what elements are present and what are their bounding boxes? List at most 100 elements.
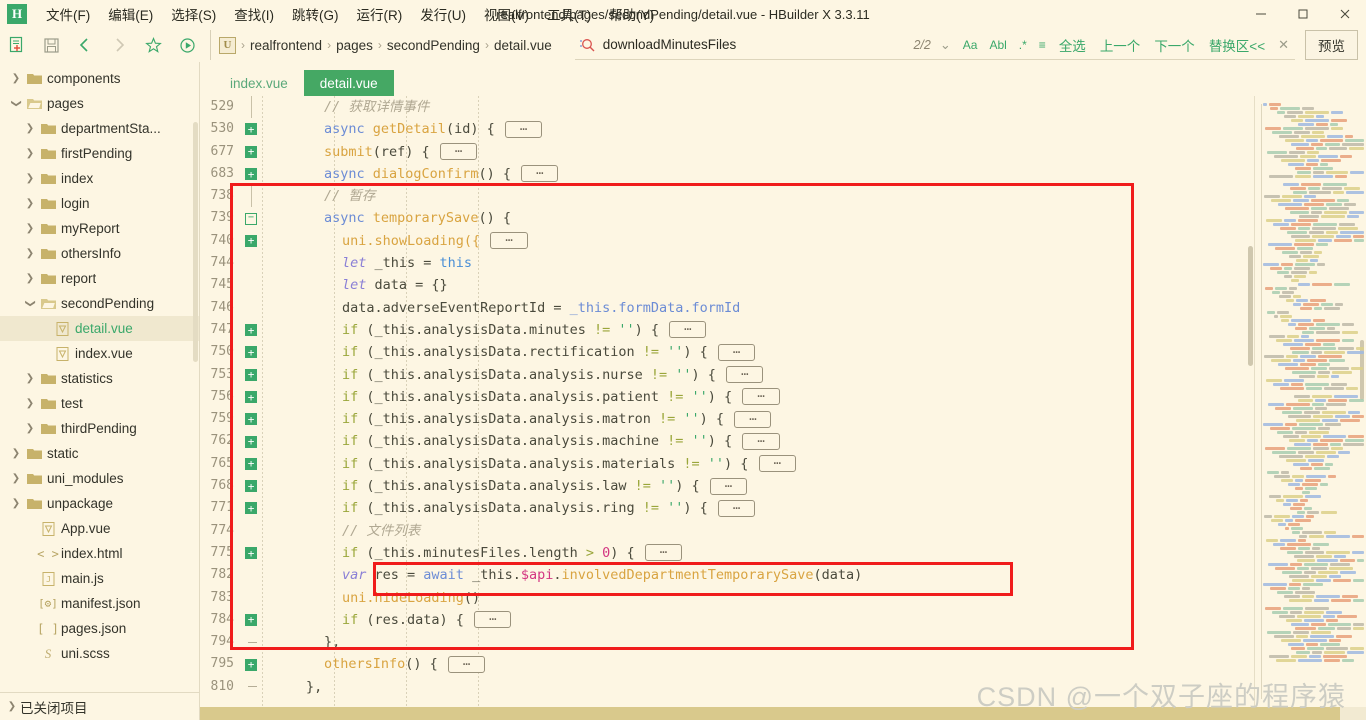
search-history-dropdown-icon[interactable]: ⌄ — [934, 37, 957, 53]
code-line[interactable]: 810}, — [200, 676, 1254, 698]
menu-edit[interactable]: 编辑(E) — [99, 1, 162, 27]
fold-expand-icon[interactable]: + — [240, 457, 262, 470]
tree-folder-test[interactable]: ❯ test — [0, 391, 199, 416]
collapsed-block-ellipsis[interactable]: ⋯ — [709, 477, 748, 495]
tree-folder-departmentsta[interactable]: ❯ departmentSta... — [0, 116, 199, 141]
fold-expand-icon[interactable]: + — [240, 413, 262, 426]
save-icon[interactable] — [34, 30, 68, 60]
tree-folder-login[interactable]: ❯ login — [0, 191, 199, 216]
menu-tools[interactable]: 工具(T) — [538, 1, 600, 27]
tree-file-uniscss[interactable]: Suni.scss — [0, 641, 199, 666]
collapsed-block-ellipsis[interactable]: ⋯ — [742, 432, 780, 450]
replace-panel-link[interactable]: 替换区<< — [1202, 35, 1272, 55]
menu-file[interactable]: 文件(F) — [37, 1, 99, 27]
fold-expand-icon[interactable]: + — [240, 658, 262, 671]
sidebar-scrollbar[interactable] — [193, 122, 198, 362]
close-icon[interactable] — [1324, 0, 1366, 28]
fold-expand-icon[interactable]: + — [240, 145, 262, 158]
tree-folder-myreport[interactable]: ❯ myReport — [0, 216, 199, 241]
tree-folder-thirdpending[interactable]: ❯ thirdPending — [0, 416, 199, 441]
back-icon[interactable] — [68, 30, 102, 60]
collapsed-block-ellipsis[interactable]: ⋯ — [644, 544, 683, 562]
menu-run[interactable]: 运行(R) — [348, 1, 412, 27]
run-icon[interactable] — [170, 30, 204, 60]
tree-folder-index[interactable]: ❯ index — [0, 166, 199, 191]
fold-expand-icon[interactable]: + — [240, 391, 262, 403]
code-line[interactable]: 744 let _this = this — [200, 252, 1254, 274]
previous-match-link[interactable]: 上一个 — [1093, 35, 1148, 55]
code-scroll-area[interactable]: 529// 获取详情事件 530 + async getDetail(id) { ⋯ 6… — [200, 96, 1254, 707]
tree-file-pagesjson[interactable]: [ ] pages.json — [0, 616, 199, 641]
chevron-right-icon[interactable]: ❯ — [22, 198, 38, 209]
tree-folder-othersinfo[interactable]: ❯ othersInfo — [0, 241, 199, 266]
code-line[interactable]: 795 + othersInfo() { ⋯ — [200, 653, 1254, 675]
chevron-down-icon[interactable]: ❯ — [25, 296, 36, 312]
menu-publish[interactable]: 发行(U) — [411, 1, 475, 27]
code-line[interactable]: 768 + if (_this.analysisData.analysis.law … — [200, 475, 1254, 497]
collapsed-block-ellipsis[interactable]: ⋯ — [742, 388, 780, 406]
chevron-right-icon[interactable]: ❯ — [8, 448, 24, 459]
tree-folder-report[interactable]: ❯ report — [0, 266, 199, 291]
menu-select[interactable]: 选择(S) — [162, 1, 225, 27]
fold-collapse-icon[interactable]: − — [240, 212, 262, 225]
collapsed-block-ellipsis[interactable]: ⋯ — [758, 455, 796, 473]
tree-folder-firstpending[interactable]: ❯ firstPending — [0, 141, 199, 166]
code-line[interactable]: 784 + if (res.data) { ⋯ — [200, 609, 1254, 631]
code-line[interactable]: 683 + async dialogConfirm() { ⋯ — [200, 163, 1254, 185]
tree-folder-unpackage[interactable]: ❯ unpackage — [0, 491, 199, 516]
collapsed-block-ellipsis[interactable]: ⋯ — [717, 499, 756, 517]
tree-file-indexvue[interactable]: index.vue — [0, 341, 199, 366]
tree-file-indexhtml[interactable]: < > index.html — [0, 541, 199, 566]
code-line[interactable]: 765 + if (_this.analysisData.analysis.mate… — [200, 453, 1254, 475]
code-line[interactable]: 759 + if (_this.analysisData.analysis.matr… — [200, 408, 1254, 430]
tree-folder-unimodules[interactable]: ❯ uni_modules — [0, 466, 199, 491]
collapsed-block-ellipsis[interactable]: ⋯ — [521, 165, 559, 183]
fold-expand-icon[interactable]: + — [240, 346, 262, 359]
minimize-icon[interactable] — [1240, 0, 1282, 28]
chevron-right-icon[interactable]: ❯ — [8, 473, 24, 484]
tab-detail-vue[interactable]: detail.vue — [303, 70, 394, 96]
next-match-link[interactable]: 下一个 — [1147, 35, 1202, 55]
fold-expand-icon[interactable]: + — [240, 324, 262, 337]
search-bar[interactable]: downloadMinutesFiles 2/2 ⌄ Aa Abl .* ≡ 全选 上一… — [574, 30, 1295, 60]
chevron-right-icon[interactable]: ❯ — [22, 398, 38, 409]
fold-expand-icon[interactable]: + — [240, 168, 262, 181]
chevron-right-icon[interactable]: ❯ — [22, 423, 38, 434]
tree-file-appvue[interactable]: App.vue — [0, 516, 199, 541]
chevron-right-icon[interactable]: ❯ — [22, 273, 38, 284]
code-line[interactable]: 756 + if (_this.analysisData.analysis.pati… — [200, 386, 1254, 408]
tree-file-manifestjson[interactable]: [⚙] manifest.json — [0, 591, 199, 616]
whole-word-option[interactable]: Abl — [983, 38, 1012, 52]
menu-find[interactable]: 查找(I) — [225, 1, 283, 27]
code-line[interactable]: 745 let data = {} — [200, 274, 1254, 296]
tree-folder-static[interactable]: ❯ static — [0, 441, 199, 466]
code-line[interactable]: 774 // 文件列表 — [200, 520, 1254, 542]
in-selection-option[interactable]: ≡ — [1033, 38, 1052, 52]
tree-folder-statistics[interactable]: ❯ statistics — [0, 366, 199, 391]
chevron-right-icon[interactable]: ❯ — [22, 148, 38, 159]
tab-index-vue[interactable]: index.vue — [214, 70, 304, 96]
chevron-right-icon[interactable]: ❯ — [22, 373, 38, 384]
tree-folder-components[interactable]: ❯ components — [0, 66, 199, 91]
chevron-right-icon[interactable]: ❯ — [22, 223, 38, 234]
code-line[interactable]: 783 uni.hideLoading() — [200, 587, 1254, 609]
collapsed-block-ellipsis[interactable]: ⋯ — [439, 143, 478, 161]
preview-button[interactable]: 预览 — [1305, 30, 1358, 60]
chevron-right-icon[interactable]: ❯ — [22, 123, 38, 134]
chevron-right-icon[interactable]: ❯ — [8, 498, 24, 509]
collapsed-block-ellipsis[interactable]: ⋯ — [734, 410, 772, 428]
breadcrumb[interactable]: U › realfrontend › pages › secondPending › deta… — [210, 30, 563, 60]
maximize-icon[interactable] — [1282, 0, 1324, 28]
editor-vertical-scrollbar[interactable] — [1247, 96, 1254, 707]
breadcrumb-part[interactable]: detail.vue — [491, 38, 555, 53]
chevron-right-icon[interactable]: ❯ — [22, 248, 38, 259]
breadcrumb-part[interactable]: pages — [333, 38, 376, 53]
breadcrumb-part[interactable]: secondPending — [384, 38, 483, 53]
regex-option[interactable]: .* — [1013, 38, 1033, 52]
collapsed-block-ellipsis[interactable]: ⋯ — [717, 343, 756, 361]
code-line[interactable]: 740 + uni.showLoading({ ⋯ — [200, 230, 1254, 252]
tree-folder-pages[interactable]: ❯ pages — [0, 91, 199, 116]
tree-file-detailvue[interactable]: detail.vue — [0, 316, 199, 341]
search-icon[interactable] — [575, 37, 601, 53]
fold-expand-icon[interactable]: + — [240, 368, 262, 381]
